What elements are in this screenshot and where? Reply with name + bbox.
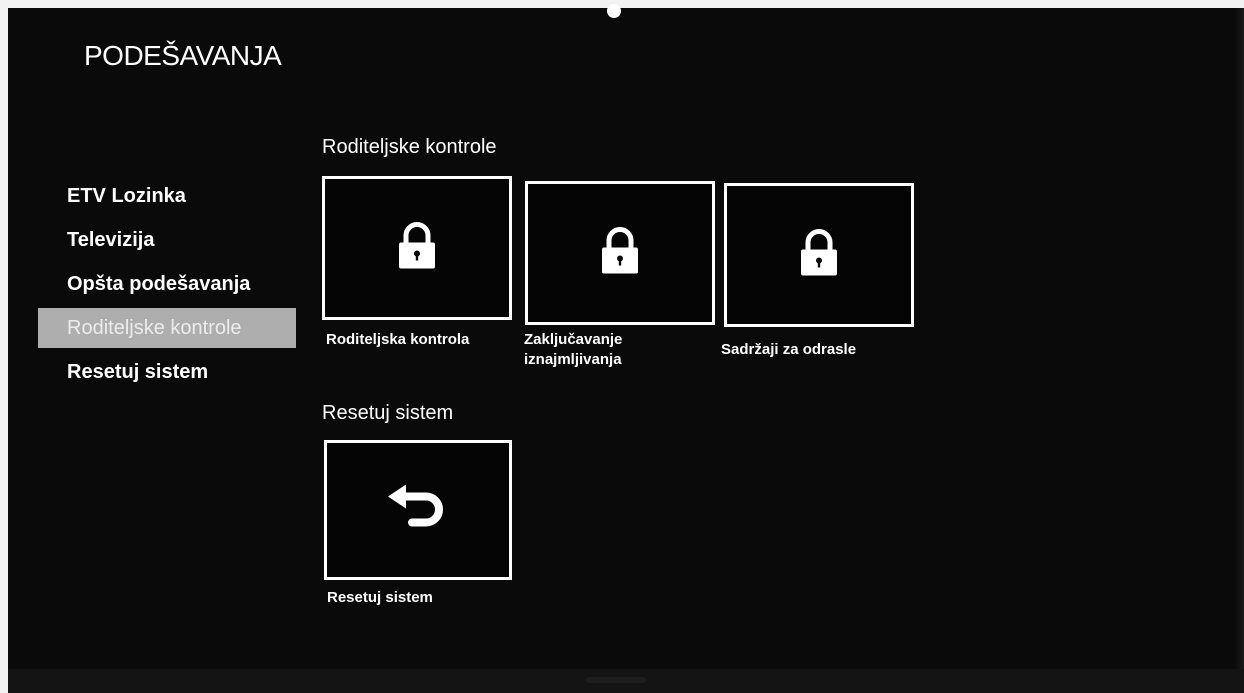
lock-icon bbox=[799, 229, 839, 282]
sidebar-item-televizija[interactable]: Televizija bbox=[38, 220, 298, 260]
tile-label-roditeljska-kontrola: Roditeljska kontrola bbox=[326, 331, 470, 348]
screen-edge bbox=[1234, 8, 1244, 669]
tv-screen: PODEŠAVANJA ETV Lozinka Televizija Opšta… bbox=[8, 4, 1244, 693]
tile-roditeljska-kontrola[interactable] bbox=[322, 176, 512, 320]
lock-icon bbox=[600, 227, 640, 280]
tile-label-zakljucavanje: Zaključavanje iznajmljivanja bbox=[524, 330, 622, 370]
tile-zakljucavanje-iznajmljivanja[interactable] bbox=[525, 181, 715, 325]
tile-label-line-1: Zaključavanje bbox=[524, 331, 623, 348]
camera-dot bbox=[607, 4, 621, 18]
tile-resetuj-sistem[interactable] bbox=[324, 440, 512, 580]
tile-sadrzaji-za-odrasle[interactable] bbox=[724, 183, 914, 327]
page-title: PODEŠAVANJA bbox=[84, 40, 282, 71]
tile-label-resetuj-sistem: Resetuj sistem bbox=[327, 589, 433, 606]
lock-icon bbox=[397, 222, 437, 275]
tile-label-sadrzaji-za-odrasle: Sadržaji za odrasle bbox=[721, 341, 857, 358]
section-title-parental: Roditeljske kontrole bbox=[322, 136, 497, 158]
sidebar-item-resetuj-sistem[interactable]: Resetuj sistem bbox=[38, 352, 298, 392]
sidebar-item-opsta-podesavanja[interactable]: Opšta podešavanja bbox=[38, 264, 298, 304]
sidebar-menu: ETV Lozinka Televizija Opšta podešavanja… bbox=[38, 176, 298, 396]
brand-strip bbox=[586, 677, 646, 683]
section-title-reset: Resetuj sistem bbox=[322, 402, 454, 424]
sidebar-item-roditeljske-kontrole[interactable]: Roditeljske kontrole bbox=[38, 308, 296, 348]
sidebar-item-etv-lozinka[interactable]: ETV Lozinka bbox=[38, 176, 298, 216]
undo-arrow-icon bbox=[386, 484, 450, 536]
tile-label-line-2: iznajmljivanja bbox=[524, 351, 622, 368]
tv-bezel bbox=[8, 669, 1244, 693]
